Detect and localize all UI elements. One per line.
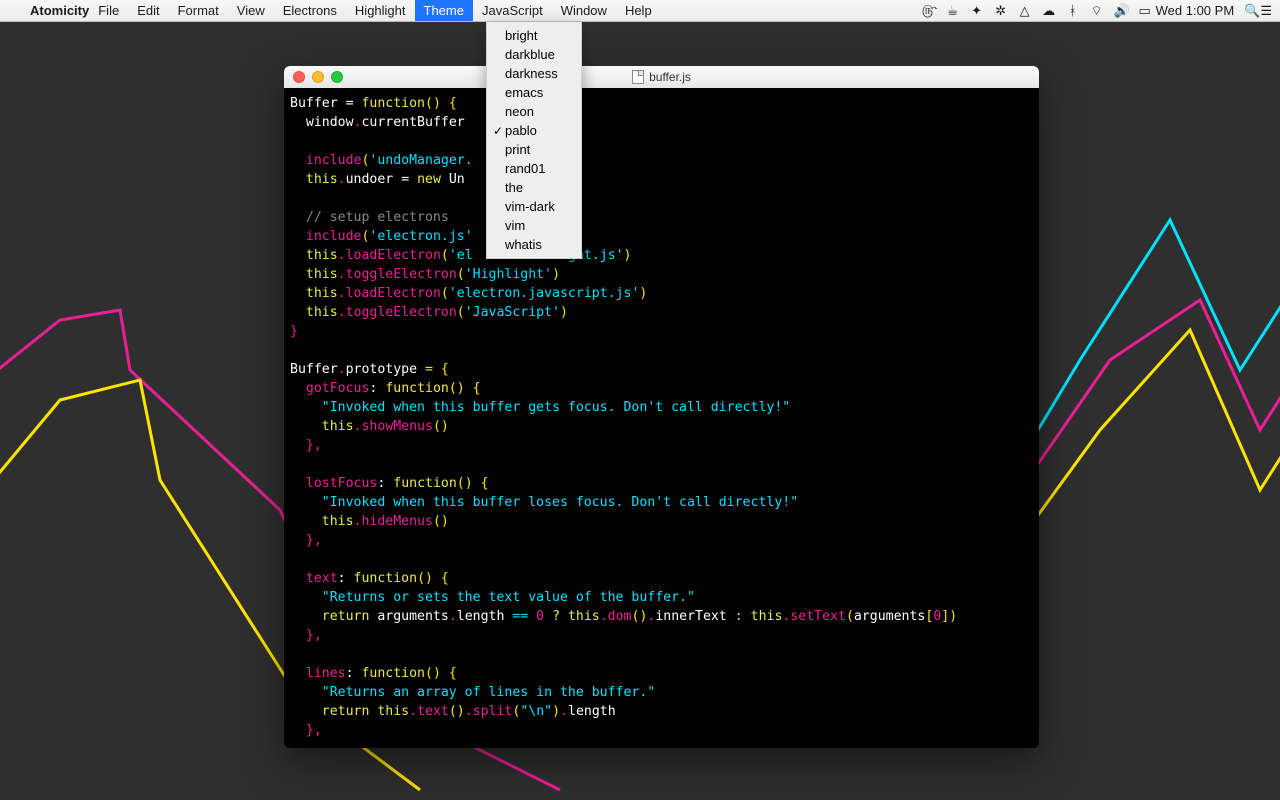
code-line: this.loadElectron('electron.javascript.j… (290, 284, 1033, 303)
code-line: return this.text().split("\n").length (290, 702, 1033, 721)
theme-option-rand01[interactable]: rand01 (487, 159, 581, 178)
window-title: buffer.js (649, 70, 691, 84)
theme-option-label: darkness (505, 66, 558, 81)
menu-file[interactable]: File (89, 0, 128, 21)
code-line: Buffer.prototype = { (290, 360, 1033, 379)
theme-option-vim[interactable]: vim (487, 216, 581, 235)
code-line: window.currentBuffer (290, 113, 1033, 132)
theme-option-label: rand01 (505, 161, 545, 176)
clock[interactable]: Wed 1:00 PM (1156, 3, 1235, 18)
menu-help[interactable]: Help (616, 0, 661, 21)
code-line (290, 455, 1033, 474)
code-line (290, 550, 1033, 569)
code-line: gotFocus: function() { (290, 379, 1033, 398)
swirl-icon[interactable]: ௹ (922, 2, 936, 19)
menu-highlight[interactable]: Highlight (346, 0, 415, 21)
code-line: "Returns an array of lines in the buffer… (290, 683, 1033, 702)
code-line: include('electron.js' (290, 227, 1033, 246)
code-line: this.toggleElectron('Highlight') (290, 265, 1033, 284)
theme-option-label: neon (505, 104, 534, 119)
theme-option-pablo[interactable]: pablo (487, 121, 581, 140)
theme-option-emacs[interactable]: emacs (487, 83, 581, 102)
theme-option-label: whatis (505, 237, 542, 252)
theme-option-label: pablo (505, 123, 537, 138)
theme-option-label: bright (505, 28, 538, 43)
code-line: this.undoer = new Un (290, 170, 1033, 189)
theme-option-label: emacs (505, 85, 543, 100)
menu-theme[interactable]: Theme (415, 0, 473, 21)
theme-option-label: vim-dark (505, 199, 555, 214)
code-line: lostFocus: function() { (290, 474, 1033, 493)
puzzle-icon[interactable]: ✲ (994, 3, 1008, 19)
code-line: "Returns or sets the text value of the b… (290, 588, 1033, 607)
theme-option-darkness[interactable]: darkness (487, 64, 581, 83)
theme-option-neon[interactable]: neon (487, 102, 581, 121)
volume-icon[interactable]: 🔊 (1114, 3, 1128, 19)
code-line: }, (290, 626, 1033, 645)
theme-option-label: the (505, 180, 523, 195)
theme-option-vim-dark[interactable]: vim-dark (487, 197, 581, 216)
coffee-icon[interactable]: ☕︎ (946, 3, 960, 19)
code-line: this.toggleElectron('JavaScript') (290, 303, 1033, 322)
code-line: }, (290, 721, 1033, 740)
code-line: this.showMenus() (290, 417, 1033, 436)
theme-option-the[interactable]: the (487, 178, 581, 197)
menu-electrons[interactable]: Electrons (274, 0, 346, 21)
code-line: include('undoManager. (290, 151, 1033, 170)
wifi-icon[interactable]: ⌔ (1090, 3, 1104, 19)
notification-center-icon[interactable]: ☰ (1260, 3, 1272, 19)
macos-menubar: Atomicity FileEditFormatViewElectronsHig… (0, 0, 1280, 22)
code-line: } (290, 322, 1033, 341)
menu-format[interactable]: Format (169, 0, 228, 21)
menu-view[interactable]: View (228, 0, 274, 21)
theme-dropdown: bright darkblue darkness emacs neon pablo prin… (486, 22, 582, 259)
code-line: Buffer = function() { (290, 94, 1033, 113)
code-line: return arguments.length == 0 ? this.dom(… (290, 607, 1033, 626)
battery-icon[interactable]: ▭ (1138, 3, 1152, 19)
bluetooth-icon[interactable]: ᚼ (1066, 3, 1080, 18)
code-line (290, 189, 1033, 208)
code-line: "Invoked when this buffer loses focus. D… (290, 493, 1033, 512)
code-line: "Invoked when this buffer gets focus. Do… (290, 398, 1033, 417)
menu-edit[interactable]: Edit (128, 0, 168, 21)
editor-window: buffer.js Buffer = function() { window.c… (284, 66, 1039, 748)
theme-option-bright[interactable]: bright (487, 26, 581, 45)
code-line: // setup electrons (290, 208, 1033, 227)
code-line (290, 341, 1033, 360)
theme-option-label: vim (505, 218, 525, 233)
theme-option-whatis[interactable]: whatis (487, 235, 581, 254)
theme-option-label: print (505, 142, 530, 157)
code-line: }, (290, 436, 1033, 455)
code-line: }, (290, 531, 1033, 550)
window-titlebar[interactable]: buffer.js (284, 66, 1039, 88)
app-name[interactable]: Atomicity (30, 3, 89, 18)
code-line (290, 132, 1033, 151)
code-line (290, 645, 1033, 664)
cloud-icon[interactable]: ☁︎ (1042, 3, 1056, 19)
theme-option-darkblue[interactable]: darkblue (487, 45, 581, 64)
menu-window[interactable]: Window (552, 0, 616, 21)
document-icon (632, 70, 644, 84)
status-tray: ௹ ☕︎ ✦ ✲ △ ☁︎ ᚼ ⌔ 🔊 ▭ (922, 2, 1152, 19)
menu-javascript[interactable]: JavaScript (473, 0, 552, 21)
theme-option-label: darkblue (505, 47, 555, 62)
code-line: lines: function() { (290, 664, 1033, 683)
code-editor[interactable]: Buffer = function() { window.currentBuff… (284, 88, 1039, 746)
spotlight-icon[interactable]: 🔍 (1244, 3, 1260, 19)
code-line: text: function() { (290, 569, 1033, 588)
app-menus: FileEditFormatViewElectronsHighlightThem… (89, 0, 660, 21)
code-line: this.hideMenus() (290, 512, 1033, 531)
theme-option-print[interactable]: print (487, 140, 581, 159)
key-icon[interactable]: ✦ (970, 3, 984, 19)
checkmark-icon (491, 124, 505, 138)
drive-icon[interactable]: △ (1018, 3, 1032, 19)
code-line: this.loadElectron('el ight.js') (290, 246, 1033, 265)
